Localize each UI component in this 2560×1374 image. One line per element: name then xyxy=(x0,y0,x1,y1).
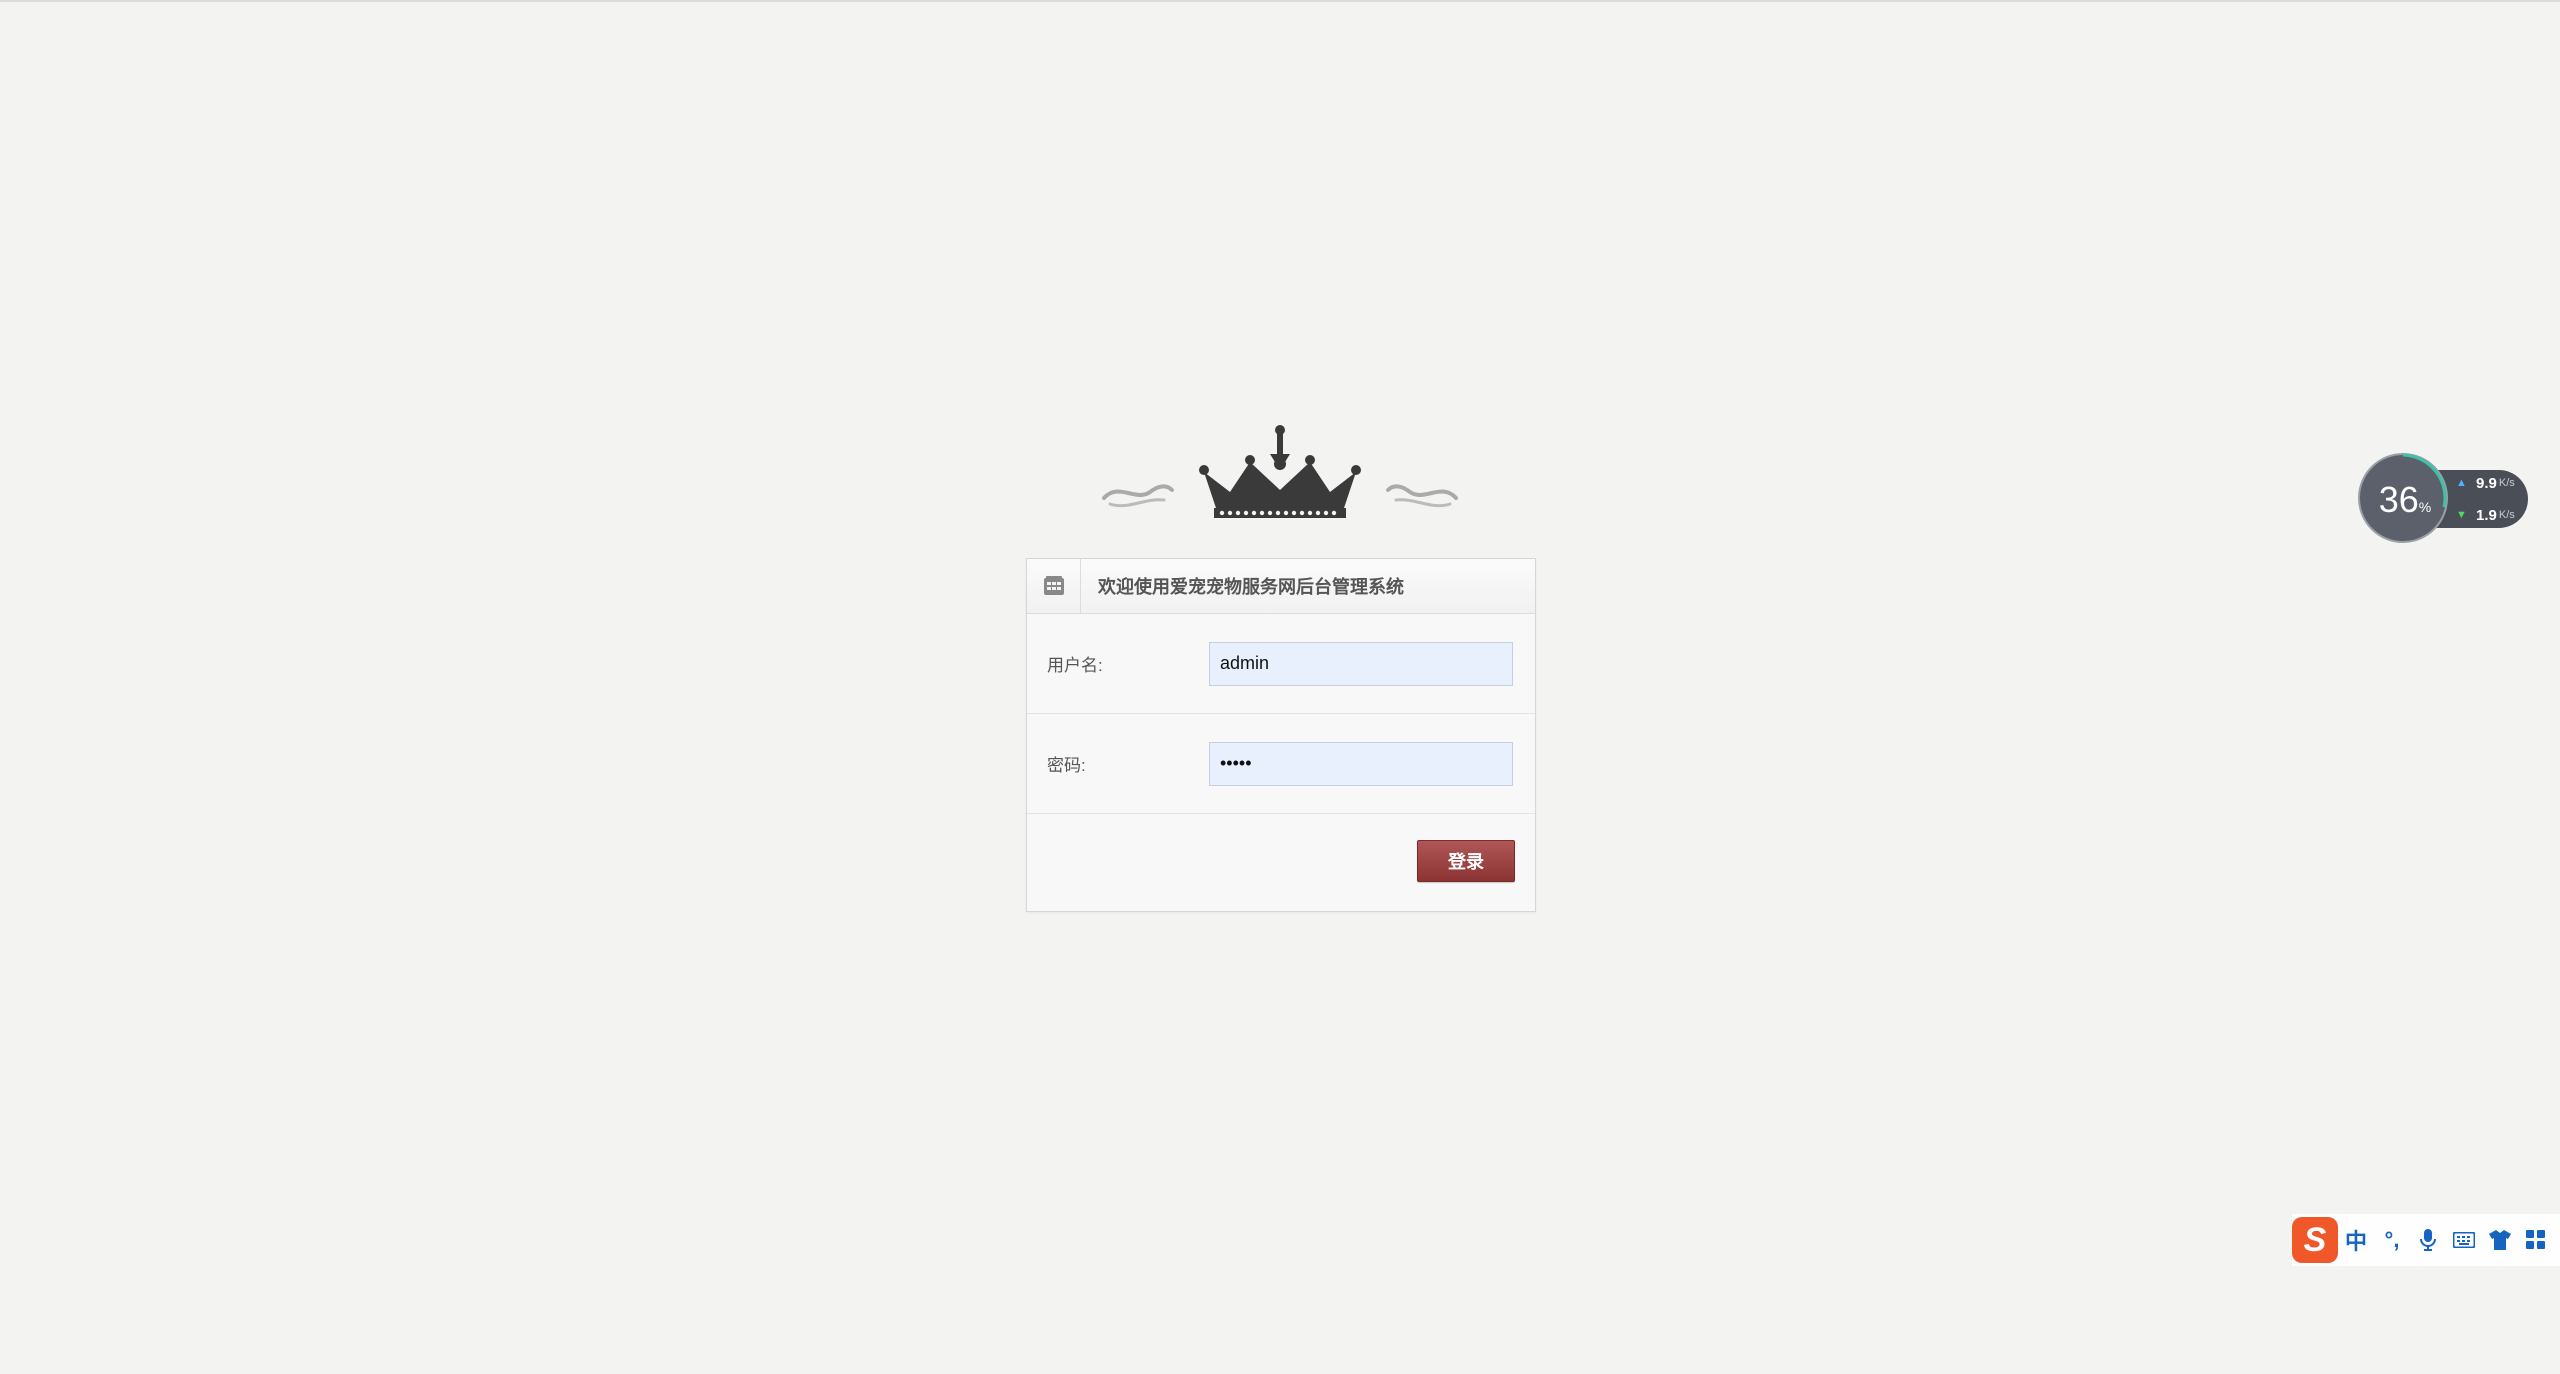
usage-percent-unit: % xyxy=(2418,499,2432,515)
panel-header: 欢迎使用爱宠宠物服务网后台管理系统 xyxy=(1027,559,1535,614)
skin-shirt-icon[interactable] xyxy=(2482,1220,2518,1260)
upload-line: ▲ 9.9 K/s xyxy=(2456,473,2515,493)
upload-speed: 9.9 xyxy=(2476,474,2497,492)
login-panel: 欢迎使用爱宠宠物服务网后台管理系统 用户名: 密码: 登录 xyxy=(1026,558,1536,912)
ime-punct-toggle[interactable]: °, xyxy=(2374,1220,2410,1260)
username-input[interactable] xyxy=(1209,641,1513,686)
ime-mode-toggle[interactable]: 中 xyxy=(2338,1220,2374,1260)
download-arrow-icon: ▼ xyxy=(2456,509,2467,521)
download-unit: K/s xyxy=(2498,509,2515,521)
sogou-logo-icon[interactable]: S xyxy=(2292,1217,2338,1263)
ime-toolbar: S 中 °, xyxy=(2292,1214,2560,1266)
keyboard-icon[interactable] xyxy=(2446,1220,2482,1260)
button-row: 登录 xyxy=(1027,814,1535,911)
password-row: 密码: xyxy=(1027,714,1535,814)
download-line: ▼ 1.9 K/s xyxy=(2456,505,2515,525)
password-input[interactable] xyxy=(1209,741,1513,786)
top-border xyxy=(0,0,2560,2)
upload-unit: K/s xyxy=(2498,477,2515,489)
download-speed: 1.9 xyxy=(2476,506,2497,524)
panel-title: 欢迎使用爱宠宠物服务网后台管理系统 xyxy=(1098,577,1404,597)
usage-gauge: 36 % xyxy=(2358,453,2448,543)
crown-logo xyxy=(1100,420,1460,520)
microphone-icon[interactable] xyxy=(2410,1220,2446,1260)
username-row: 用户名: xyxy=(1027,614,1535,714)
login-button[interactable]: 登录 xyxy=(1417,840,1515,882)
toolbox-grid-icon[interactable] xyxy=(2518,1220,2554,1260)
building-icon xyxy=(1027,559,1081,613)
username-label: 用户名: xyxy=(1047,656,1103,675)
network-speed-widget[interactable]: 36 % ▲ 9.9 K/s ▼ 1.9 K/s xyxy=(2358,453,2538,545)
password-label: 密码: xyxy=(1047,756,1086,775)
usage-percent: 36 xyxy=(2378,479,2419,520)
upload-arrow-icon: ▲ xyxy=(2456,477,2467,489)
